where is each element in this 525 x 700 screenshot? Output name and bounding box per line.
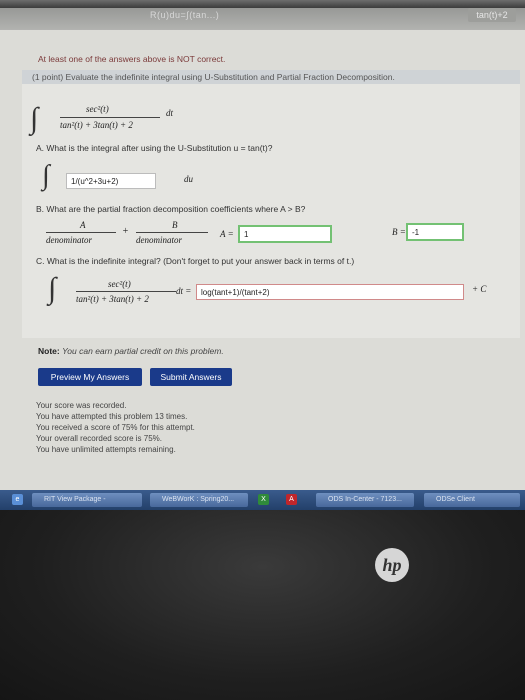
integral-sign-icon: ∫ [42,160,50,191]
submit-answers-button[interactable]: Submit Answers [150,368,232,386]
taskbar-item-webwork[interactable]: WeBWorK : Spring20... [150,493,248,507]
part-c-dt-equals: dt = [176,286,192,296]
warning-message: At least one of the answers above is NOT… [38,54,226,64]
acrobat-icon[interactable]: A [286,494,297,505]
part-c-answer-input[interactable]: log(tant+1)/(tant+2) [196,284,464,300]
part-b-label: B. What are the partial fraction decompo… [36,204,306,214]
fraction-a-bar [46,232,116,233]
b-coefficient-input[interactable]: -1 [406,223,464,241]
integrand-fraction-bar [60,117,160,118]
part-a-du: du [184,174,193,184]
integral-sign-icon: ∫ [48,272,57,305]
monitor-bezel [0,510,525,700]
ie-icon[interactable]: e [12,494,23,505]
part-c-label: C. What is the indefinite integral? (Don… [36,256,355,266]
a-coefficient-label: A = [220,229,234,239]
partial-credit-note: Note: You can earn partial credit on thi… [38,346,224,356]
integrand-numerator: sec²(t) [86,104,109,114]
plus-c: + C [472,284,487,294]
score-line: Your overall recorded score is 75%. [36,434,162,443]
fraction-a-numerator: A [80,220,86,230]
plus-sign: + [122,226,129,237]
problem-content: ∫ sec²(t) tan²(t) + 3tan(t) + 2 dt A. Wh… [22,84,520,338]
score-line: You received a score of 75% for this att… [36,423,195,432]
note-text: You can earn partial credit on this prob… [62,346,224,356]
excel-icon[interactable]: X [258,494,269,505]
taskbar-item-rit-view[interactable]: RIT View Package - [32,493,142,507]
taskbar: e RIT View Package - WeBWorK : Spring20.… [0,490,525,510]
score-line: Your score was recorded. [36,401,127,410]
monitor-top-bezel [0,0,525,8]
browser-top-text: R(u)du=∫(tan...) [150,10,220,20]
fraction-b-numerator: B [172,220,178,230]
part-c-denominator: tan²(t) + 3tan(t) + 2 [76,294,149,304]
taskbar-item-ods-in-center[interactable]: ODS In-Center - 7123... [316,493,414,507]
integrand-denominator: tan²(t) + 3tan(t) + 2 [60,120,133,130]
score-summary: Your score was recorded. You have attemp… [36,400,195,455]
integrand-dt: dt [166,108,174,118]
part-c-fraction-bar [76,291,176,292]
score-line: You have unlimited attempts remaining. [36,445,176,454]
fraction-a-denominator: denominator [46,235,92,245]
part-a-label: A. What is the integral after using the … [36,143,273,153]
monitor-screen: R(u)du=∫(tan...) tan(t)+2 At least one o… [0,0,525,490]
note-bold-label: Note: [38,346,60,356]
score-line: You have attempted this problem 13 times… [36,412,188,421]
a-coefficient-input[interactable]: 1 [238,225,332,243]
fraction-b-bar [136,232,208,233]
browser-top-right-tab[interactable]: tan(t)+2 [468,8,516,22]
taskbar-item-odse-client[interactable]: ODSe Client [424,493,520,507]
part-c-numerator: sec²(t) [108,279,131,289]
fraction-b-denominator: denominator [136,235,182,245]
hp-logo-icon: hp [375,548,409,582]
integral-sign-icon: ∫ [30,102,39,135]
part-a-answer-input[interactable]: 1/(u^2+3u+2) [66,173,156,189]
problem-header: (1 point) Evaluate the indefinite integr… [22,70,520,84]
b-coefficient-label: B = [392,227,406,237]
preview-answers-button[interactable]: Preview My Answers [38,368,142,386]
